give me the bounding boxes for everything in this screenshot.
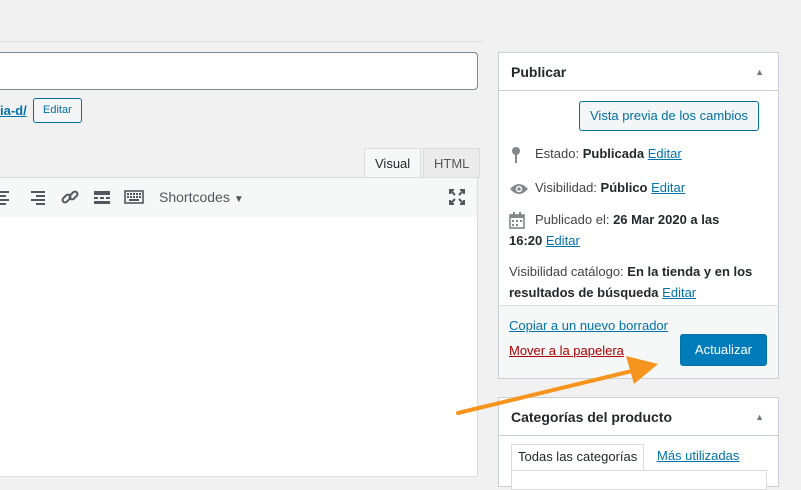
categories-box-header[interactable]: Categorías del producto ▲ <box>499 398 778 436</box>
collapse-arrow-icon[interactable]: ▲ <box>755 67 764 77</box>
pin-icon <box>509 146 529 164</box>
shortcodes-label: Shortcodes <box>159 189 230 205</box>
visibility-value: Público <box>600 180 648 195</box>
edit-date-link[interactable]: Editar <box>546 233 580 248</box>
update-button[interactable]: Actualizar <box>679 334 767 366</box>
align-center-icon[interactable] <box>0 186 13 208</box>
catalog-visibility-label: Visibilidad catálogo: <box>509 264 624 279</box>
categories-box: Categorías del producto ▲ Todas las cate… <box>498 397 779 490</box>
align-right-icon[interactable] <box>27 186 49 208</box>
link-icon[interactable] <box>59 186 81 208</box>
publish-box-header[interactable]: Publicar ▲ <box>499 53 778 91</box>
visibility-row: Visibilidad: Público Editar <box>509 177 685 198</box>
categories-box-title: Categorías del producto <box>511 409 673 425</box>
preview-changes-button[interactable]: Vista previa de los cambios <box>579 101 760 131</box>
category-list[interactable] <box>511 470 767 490</box>
keyboard-icon[interactable] <box>123 186 145 208</box>
visibility-label: Visibilidad: <box>535 180 597 195</box>
read-more-icon[interactable] <box>91 186 113 208</box>
tab-all-categories[interactable]: Todas las categorías <box>511 444 645 472</box>
edit-slug-button[interactable]: Editar <box>33 98 82 123</box>
status-value: Publicada <box>582 146 645 161</box>
move-to-trash-link[interactable]: Mover a la papelera <box>509 343 624 358</box>
published-value-line2: 16:20 <box>509 233 543 248</box>
editor-toolbar: Shortcodes ▼ <box>0 177 478 218</box>
shortcodes-dropdown[interactable]: Shortcodes ▼ <box>159 189 244 205</box>
publish-box: Publicar ▲ Vista previa de los cambios E… <box>498 52 779 379</box>
caret-down-icon: ▼ <box>233 194 244 205</box>
edit-catalog-visibility-link[interactable]: Editar <box>662 285 696 300</box>
calendar-icon <box>509 212 529 229</box>
content-editor[interactable] <box>0 217 478 477</box>
catalog-visibility-value-line1: En la tienda y en los <box>627 264 753 279</box>
collapse-arrow-icon[interactable]: ▲ <box>755 412 764 422</box>
top-divider <box>0 41 483 42</box>
copy-to-draft-link[interactable]: Copiar a un nuevo borrador <box>509 318 668 333</box>
tab-html[interactable]: HTML <box>423 148 481 178</box>
publish-box-title: Publicar <box>511 64 567 80</box>
edit-visibility-link[interactable]: Editar <box>651 180 685 195</box>
catalog-visibility-value-line2: resultados de búsqueda <box>509 285 659 300</box>
edit-status-link[interactable]: Editar <box>648 146 682 161</box>
tab-most-used[interactable]: Más utilizadas <box>651 444 745 472</box>
title-input[interactable] <box>0 52 478 90</box>
permalink-link[interactable]: ia-d/ <box>0 103 27 118</box>
publish-actions: Copiar a un nuevo borrador Mover a la pa… <box>499 305 778 378</box>
published-value-line1: 26 Mar 2020 a las <box>613 212 720 227</box>
tab-visual[interactable]: Visual <box>364 148 422 178</box>
published-label: Publicado el: <box>535 212 610 227</box>
status-label: Estado: <box>535 146 580 161</box>
published-date-row: Publicado el: 26 Mar 2020 a las 16:20 Ed… <box>509 209 719 251</box>
eye-icon <box>509 182 529 196</box>
fullscreen-icon[interactable] <box>446 186 468 208</box>
status-row: Estado: Publicada Editar <box>509 143 682 164</box>
catalog-visibility-row: Visibilidad catálogo: En la tienda y en … <box>509 261 752 303</box>
